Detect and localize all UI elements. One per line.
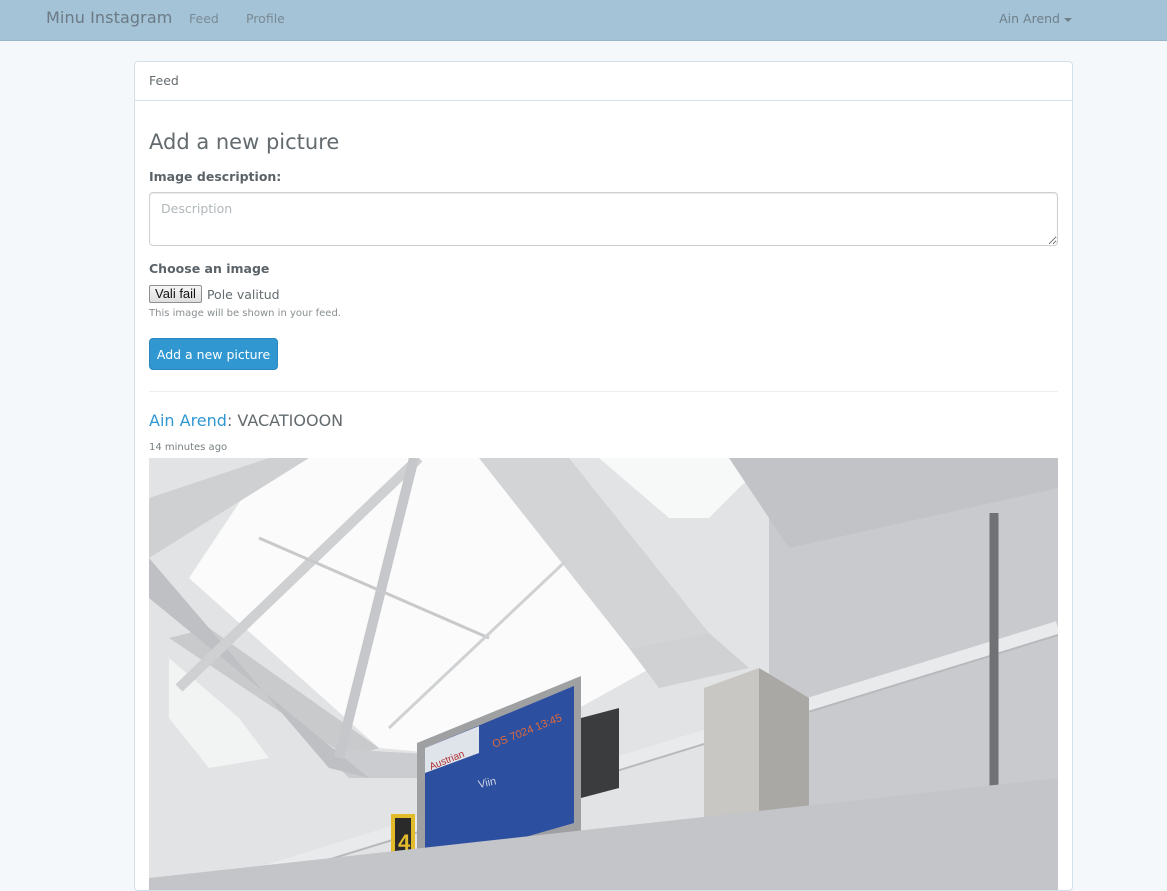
divider	[149, 391, 1058, 392]
file-input: Vali fail Pole valitud	[149, 284, 280, 304]
post-author-link[interactable]: Ain Arend	[149, 411, 227, 430]
description-label: Image description:	[149, 169, 282, 184]
brand-logo-link[interactable]: Minu Instagram	[46, 8, 172, 27]
caret-down-icon	[1064, 17, 1072, 22]
nav-link-feed[interactable]: Feed	[189, 11, 219, 26]
panel-heading: Feed	[135, 62, 1072, 101]
user-menu-dropdown[interactable]: Ain Arend	[999, 11, 1072, 26]
post-image: Austrian OS 7024 13:45 Viin 4	[149, 458, 1058, 890]
top-navbar: Minu Instagram Feed Profile Ain Arend	[0, 0, 1167, 41]
post-timestamp: 14 minutes ago	[149, 442, 228, 453]
image-label: Choose an image	[149, 261, 270, 276]
help-text: This image will be shown in your feed.	[149, 308, 341, 319]
add-picture-button[interactable]: Add a new picture	[149, 338, 278, 370]
file-status-text: Pole valitud	[206, 286, 280, 302]
post-heading: Ain Arend: VACATIOOON	[149, 411, 343, 430]
user-name: Ain Arend	[999, 11, 1060, 26]
feed-panel: Feed Add a new picture Image description…	[134, 61, 1073, 891]
post-caption: VACATIOOON	[237, 411, 344, 430]
description-textarea[interactable]	[149, 192, 1058, 246]
choose-file-button[interactable]: Vali fail	[149, 285, 202, 303]
nav-link-profile[interactable]: Profile	[246, 11, 285, 26]
form-title: Add a new picture	[149, 130, 340, 154]
post-separator: :	[226, 411, 238, 430]
